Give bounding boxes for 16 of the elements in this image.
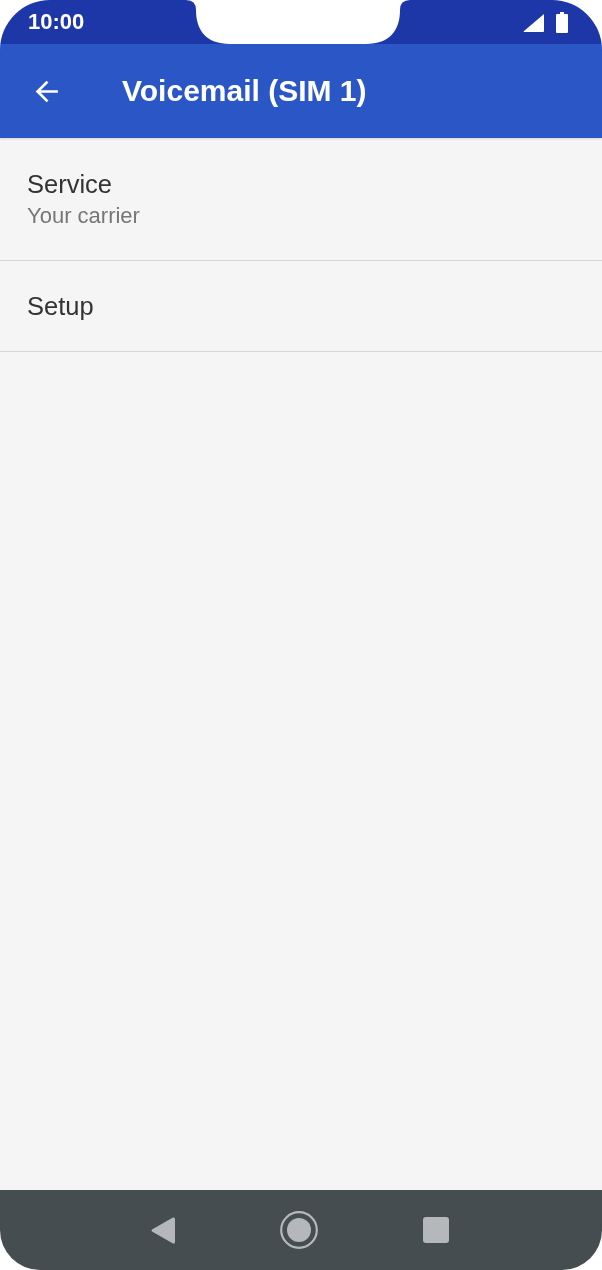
back-arrow-icon (35, 78, 60, 104)
item-summary: Your carrier (27, 202, 140, 230)
recents-icon (423, 1217, 449, 1243)
settings-item[interactable]: Setup (0, 261, 602, 352)
back-icon (151, 1216, 175, 1244)
status-time: 10:00 (28, 9, 85, 35)
back-button[interactable] (35, 78, 60, 104)
home-button[interactable] (280, 1211, 318, 1249)
item-title: Setup (27, 291, 94, 322)
settings-item[interactable]: Service Your carrier (0, 138, 602, 261)
battery-icon (556, 11, 568, 33)
screen-title: Voicemail (SIM 1) (122, 73, 367, 109)
home-icon (280, 1211, 318, 1249)
item-title: Service (27, 169, 113, 200)
back-nav-button[interactable] (151, 1216, 175, 1244)
signal-icon (523, 14, 544, 32)
